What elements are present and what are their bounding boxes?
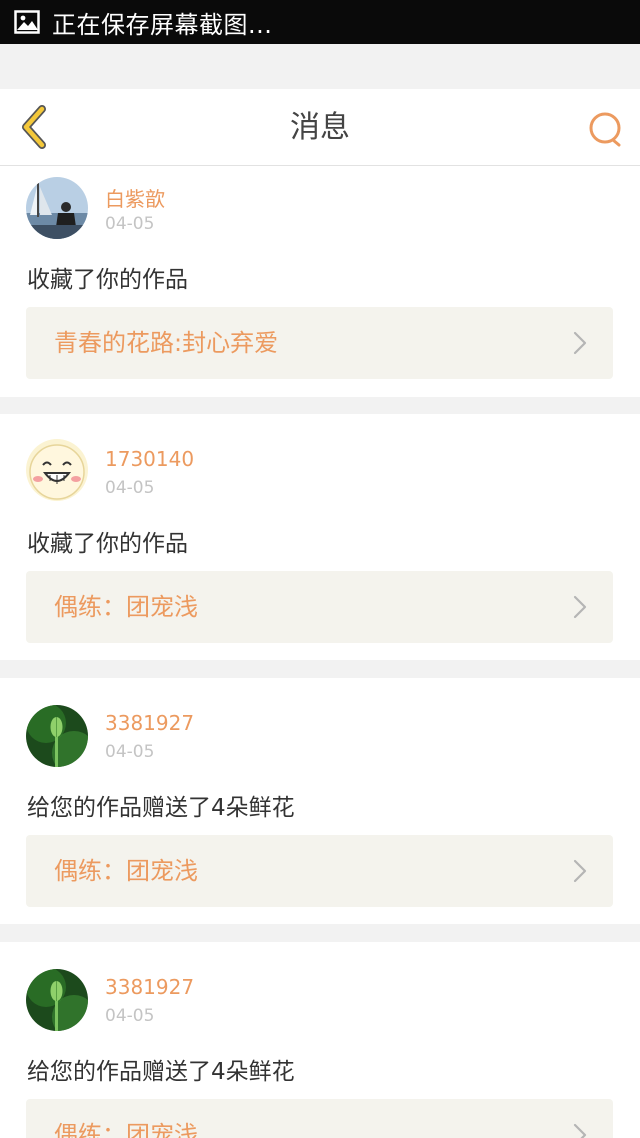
avatar[interactable]	[26, 969, 88, 1031]
nav-bar: 消息	[0, 89, 640, 166]
timestamp: 04-05	[105, 214, 155, 234]
status-bar: 正在保存屏幕截图...	[0, 0, 640, 44]
chevron-right-icon	[573, 595, 587, 619]
message-card: 3381927 04-05 给您的作品赠送了4朵鲜花 偶练：团宠浅	[0, 942, 640, 1138]
work-title: 青春的花路:封心弃爱	[54, 329, 279, 357]
avatar[interactable]	[26, 705, 88, 767]
page-title: 消息	[290, 110, 350, 145]
chevron-right-icon	[573, 331, 587, 355]
search-icon	[589, 112, 621, 147]
work-title: 偶练：团宠浅	[54, 857, 198, 885]
username[interactable]: 3381927	[105, 975, 194, 999]
message-feed[interactable]: 白紫歆 04-05 收藏了你的作品 青春的花路:封心弃爱 1730140 04-…	[0, 166, 640, 1138]
message-card: 3381927 04-05 给您的作品赠送了4朵鲜花 偶练：团宠浅	[0, 678, 640, 924]
timestamp: 04-05	[105, 1006, 155, 1026]
message-card: 白紫歆 04-05 收藏了你的作品 青春的花路:封心弃爱	[0, 166, 640, 397]
chevron-right-icon	[573, 859, 587, 883]
username[interactable]: 白紫歆	[105, 183, 165, 212]
timestamp: 04-05	[105, 742, 155, 762]
status-text: 正在保存屏幕截图...	[52, 10, 273, 39]
work-title: 偶练：团宠浅	[54, 593, 198, 621]
message-text: 收藏了你的作品	[27, 531, 188, 557]
lotus-avatar-image	[26, 705, 88, 767]
sailboat-avatar-image	[26, 177, 88, 239]
work-link[interactable]: 偶练：团宠浅	[26, 571, 613, 643]
search-button[interactable]	[586, 109, 626, 149]
username[interactable]: 3381927	[105, 711, 194, 735]
smiley-avatar-image	[26, 439, 88, 501]
lotus-avatar-image	[26, 969, 88, 1031]
avatar[interactable]	[26, 177, 88, 239]
work-title: 偶练：团宠浅	[54, 1121, 198, 1138]
work-link[interactable]: 青春的花路:封心弃爱	[26, 307, 613, 379]
image-icon	[14, 10, 40, 34]
username[interactable]: 1730140	[105, 447, 194, 471]
avatar[interactable]	[26, 439, 88, 501]
chevron-right-icon	[573, 1123, 587, 1138]
work-link[interactable]: 偶练：团宠浅	[26, 835, 613, 907]
message-text: 收藏了你的作品	[27, 267, 188, 293]
message-text: 给您的作品赠送了4朵鲜花	[27, 1059, 295, 1085]
timestamp: 04-05	[105, 478, 155, 498]
message-card: 1730140 04-05 收藏了你的作品 偶练：团宠浅	[0, 414, 640, 660]
message-text: 给您的作品赠送了4朵鲜花	[27, 795, 295, 821]
work-link[interactable]: 偶练：团宠浅	[26, 1099, 613, 1138]
